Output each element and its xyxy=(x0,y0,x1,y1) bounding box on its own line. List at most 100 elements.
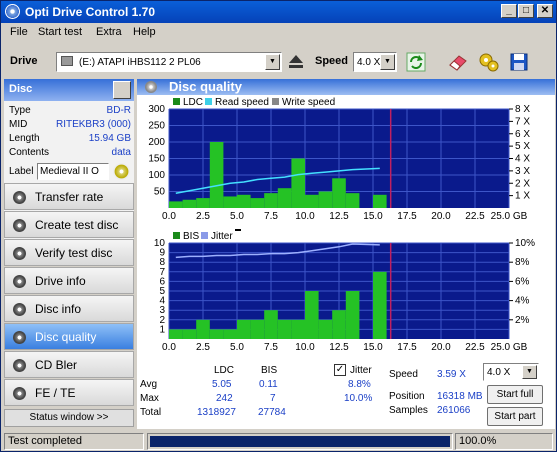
close-button[interactable]: ✕ xyxy=(537,4,553,18)
nav-disc-quality[interactable]: Disc quality xyxy=(4,323,134,350)
nav-create-test-disc[interactable]: Create test disc xyxy=(4,211,134,238)
drive-select-value: (E:) ATAPI iHBS112 2 PL06 xyxy=(79,57,201,68)
menu-file[interactable]: File xyxy=(10,26,28,38)
bottom-y-right-tick-label: 2% xyxy=(515,315,530,326)
settings-button[interactable] xyxy=(476,50,502,74)
bottom-y-right-tick-label: 8% xyxy=(515,257,530,268)
disc-icon xyxy=(13,359,26,372)
top-bar xyxy=(223,196,237,208)
bottom-x-tick-label: 15.0 xyxy=(363,342,383,353)
top-x-tick-label: 12.5 xyxy=(329,211,349,222)
top-x-tick-label: 15.0 xyxy=(363,211,383,222)
disc-contents-value: data xyxy=(111,147,131,158)
top-y-tick-label: 100 xyxy=(148,170,165,181)
bottom-x-tick-label: 0.0 xyxy=(162,342,176,353)
status-bar: Test completed 100.0% xyxy=(1,431,556,451)
charts-area: 300 250 200 150 100 50 8 X7 X 6 X5 X 4 X3 X2 X 1 … xyxy=(137,95,555,361)
disc-label-row: Label Medieval II O xyxy=(9,163,131,183)
app-icon xyxy=(5,4,20,19)
bottom-y-right-tick-label: 6% xyxy=(515,276,530,287)
refresh-button[interactable] xyxy=(403,50,429,74)
status-window-button[interactable]: Status window >> xyxy=(4,409,134,427)
disc-label-refresh-icon[interactable] xyxy=(113,163,130,180)
jitter-avg-value: 8.8% xyxy=(348,379,371,390)
disc-length-key: Length xyxy=(9,133,40,144)
max-ldc-value: 242 xyxy=(216,393,233,404)
disc-contents-key: Contents xyxy=(9,147,50,158)
maximize-button[interactable]: □ xyxy=(518,4,534,18)
eject-button[interactable] xyxy=(283,50,309,74)
bottom-x-tick-label: 7.5 xyxy=(264,342,278,353)
nav-transfer-rate[interactable]: Transfer rate xyxy=(4,183,134,210)
legend-read-speed-swatch xyxy=(205,98,212,105)
top-y-right-tick-label: 5 X xyxy=(515,141,530,152)
disc-mid-key: MID xyxy=(9,119,28,130)
start-full-button[interactable]: Start full xyxy=(487,385,543,404)
bottom-bar xyxy=(196,319,210,339)
title-bar: Opti Drive Control 1.70 _ □ ✕ xyxy=(1,1,556,23)
erase-button[interactable] xyxy=(445,50,471,74)
top-bar xyxy=(332,178,346,208)
legend-bis-swatch xyxy=(173,232,180,239)
disc-quality-title: Disc quality xyxy=(169,79,242,94)
nav-label: CD Bler xyxy=(35,358,78,372)
legend-jitter-marker xyxy=(235,229,241,231)
disc-type-value: BD-R xyxy=(106,105,131,116)
bottom-x-tick-label: 12.5 xyxy=(329,342,349,353)
disc-panel-toggle-button[interactable] xyxy=(113,81,131,99)
status-progress-bar xyxy=(147,433,453,450)
top-x-tick-label: 7.5 xyxy=(264,211,278,222)
nav-cd-bler[interactable]: CD Bler xyxy=(4,351,134,378)
nav-drive-info[interactable]: Drive info xyxy=(4,267,134,294)
bottom-bar xyxy=(318,319,333,339)
menu-start-test[interactable]: Start test xyxy=(38,26,82,38)
top-bar xyxy=(291,158,305,208)
bottom-y-right-tick-label: 4% xyxy=(515,296,530,307)
bottom-x-tick-label: 25.0 GB xyxy=(491,342,528,353)
status-percent: 100.0% xyxy=(455,433,553,450)
bottom-x-tick-label: 17.5 xyxy=(397,342,417,353)
top-y-tick-label: 150 xyxy=(148,154,165,165)
top-bar xyxy=(277,188,292,208)
jitter-checkbox[interactable]: ✓ xyxy=(334,364,346,376)
top-y-right-tick-label: 8 X xyxy=(515,104,530,115)
top-bar xyxy=(373,194,387,208)
bottom-bar xyxy=(182,329,197,339)
nav-verify-test-disc[interactable]: Verify test disc xyxy=(4,239,134,266)
minimize-button[interactable]: _ xyxy=(501,4,517,18)
quality-charts: 300 250 200 150 100 50 8 X7 X 6 X5 X 4 X3 X2 X 1 … xyxy=(148,97,535,353)
bottom-bar xyxy=(345,291,360,339)
save-button[interactable] xyxy=(506,50,532,74)
top-bar xyxy=(182,199,197,208)
status-progress-fill xyxy=(150,436,450,447)
nav-fe-te[interactable]: FE / TE xyxy=(4,379,134,406)
disc-label-field[interactable]: Medieval II O xyxy=(37,163,109,180)
start-part-button[interactable]: Start part xyxy=(487,407,543,426)
bottom-bar xyxy=(264,310,278,339)
bottom-x-tick-label: 20.0 xyxy=(431,342,451,353)
speed-select[interactable]: 4.0 X ▼ xyxy=(353,52,397,72)
disc-panel-header: Disc xyxy=(4,79,134,101)
speed-label: Speed xyxy=(315,55,349,67)
total-ldc-value: 1318927 xyxy=(197,407,236,418)
top-y-right-tick-label: 1 X xyxy=(515,191,530,202)
nav-label: Disc quality xyxy=(35,330,97,344)
top-bar xyxy=(237,194,251,208)
nav-disc-info[interactable]: Disc info xyxy=(4,295,134,322)
legend-write-speed-swatch xyxy=(272,98,279,105)
test-speed-select[interactable]: 4.0 X ▼ xyxy=(483,363,539,381)
top-x-tick-label: 22.5 xyxy=(465,211,485,222)
bottom-x-tick-label: 22.5 xyxy=(465,342,485,353)
bottom-y-right-tick-label: 10% xyxy=(515,238,535,249)
position-value: 16318 MB xyxy=(437,391,483,402)
bottom-x-tick-label: 10.0 xyxy=(295,342,315,353)
top-x-tick-label: 20.0 xyxy=(431,211,451,222)
menu-extra[interactable]: Extra xyxy=(96,26,122,38)
top-bar xyxy=(318,191,333,208)
bis-column-header: BIS xyxy=(261,365,278,376)
gears-icon xyxy=(479,53,499,72)
nav-label: Transfer rate xyxy=(35,190,104,204)
disc-quality-panel: Disc quality 300 250 200 150 100 50 8 X7 X6 X5… xyxy=(137,79,555,429)
drive-select[interactable]: (E:) ATAPI iHBS112 2 PL06 ▼ xyxy=(56,52,282,72)
menu-help[interactable]: Help xyxy=(133,26,156,38)
